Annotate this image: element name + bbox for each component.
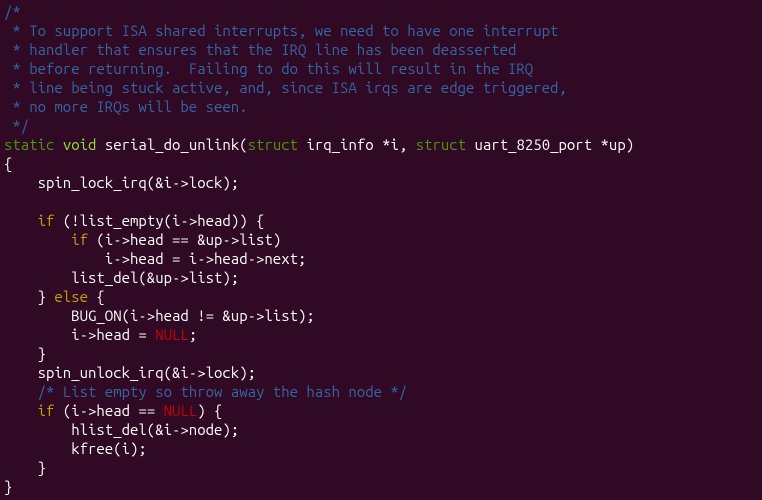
code-line: kfree(i);: [4, 440, 147, 457]
cond: i->head == &up->list): [105, 231, 281, 248]
type-uart: uart_8250_port: [475, 136, 593, 153]
cond: (: [54, 402, 71, 419]
brace: {: [4, 155, 12, 172]
code-line: i->head = i->head->next;: [4, 250, 306, 267]
code-line: spin_unlock_irq(&i->lock);: [4, 364, 256, 381]
code-line: i->head =: [4, 326, 155, 343]
cond: i->head ==: [71, 402, 163, 419]
semicolon: ;: [189, 326, 197, 343]
keyword-void: void: [63, 136, 97, 153]
keyword-static: static: [4, 136, 54, 153]
null-literal: NULL: [155, 326, 189, 343]
code-line: BUG_ON(i->head != &up->list);: [4, 307, 315, 324]
cond: ) {: [197, 402, 222, 419]
indent: [4, 402, 38, 419]
code-editor[interactable]: /* * To support ISA shared interrupts, w…: [4, 2, 758, 496]
param: *i: [382, 136, 399, 153]
comment-inline: /* List empty so throw away the hash nod…: [4, 383, 407, 400]
keyword-if: if: [38, 402, 55, 419]
keyword-if: if: [71, 231, 88, 248]
code-line: spin_lock_irq(&i->lock);: [4, 174, 239, 191]
param: *up: [601, 136, 626, 153]
comment-line: * handler that ensures that the IRQ line…: [4, 41, 516, 58]
cond: (: [54, 212, 71, 229]
brace: {: [88, 288, 105, 305]
else-pre: }: [4, 288, 54, 305]
paren: ): [626, 136, 634, 153]
comment-line: * before returning. Failing to do this w…: [4, 60, 533, 77]
comment-line: */: [4, 117, 29, 134]
keyword-else: else: [54, 288, 88, 305]
code-line: hlist_del(&i->node);: [4, 421, 239, 438]
cond: (: [88, 231, 105, 248]
brace: }: [4, 345, 46, 362]
indent: [4, 212, 38, 229]
null-literal: NULL: [164, 402, 198, 419]
comment-line: /*: [4, 3, 21, 20]
keyword-struct: struct: [416, 136, 466, 153]
comment-line: * To support ISA shared interrupts, we n…: [4, 22, 558, 39]
code-line: list_del(&up->list);: [4, 269, 239, 286]
indent: [4, 231, 71, 248]
comment-line: * no more IRQs will be seen.: [4, 98, 248, 115]
keyword-struct: struct: [248, 136, 298, 153]
comma: ,: [399, 136, 416, 153]
cond: !list_empty(i->head)) {: [71, 212, 264, 229]
brace: }: [4, 478, 12, 495]
paren: (: [239, 136, 247, 153]
function-name: serial_do_unlink: [105, 136, 239, 153]
type-irqinfo: irq_info: [306, 136, 373, 153]
comment-line: * line being stuck active, and, since IS…: [4, 79, 567, 96]
keyword-if: if: [38, 212, 55, 229]
brace: }: [4, 459, 46, 476]
